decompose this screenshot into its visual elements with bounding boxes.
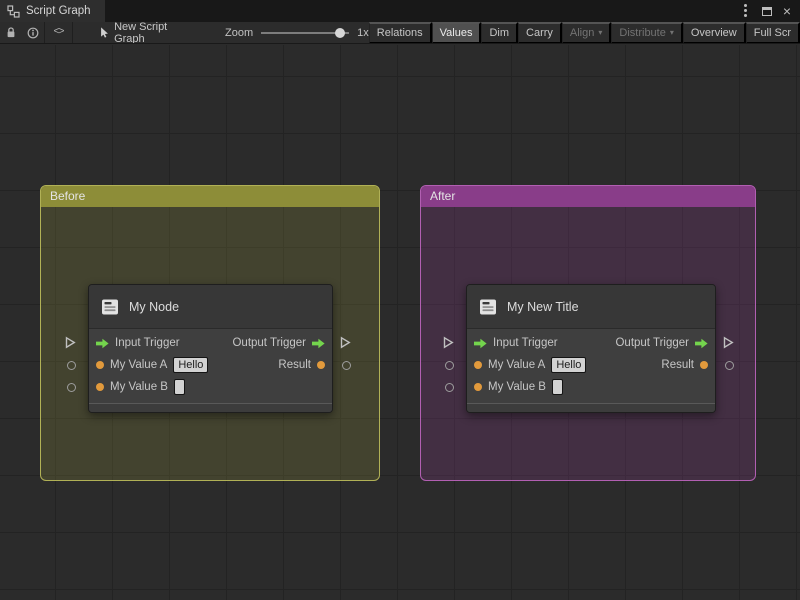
node-title: My Node — [129, 299, 180, 314]
group-title: After — [430, 189, 456, 203]
zoom-control: Zoom 1x — [224, 22, 369, 43]
node-footer — [89, 403, 332, 412]
node-title: My New Title — [507, 299, 579, 314]
input-trigger-port-icon[interactable] — [96, 338, 109, 349]
group-title: Before — [50, 189, 86, 203]
info-icon[interactable] — [22, 22, 44, 43]
toolbar-buttons: Relations Values Dim Carry Align ▾ Distr… — [368, 22, 800, 43]
value-a-input[interactable]: Hello — [551, 357, 587, 373]
carry-button[interactable]: Carry — [518, 22, 562, 43]
group-after-header[interactable]: After — [421, 186, 755, 207]
align-dropdown[interactable]: Align ▾ — [561, 22, 612, 43]
zoom-value: 1x — [357, 26, 369, 39]
value-b-label: My Value B — [110, 381, 168, 393]
menu-kebab-icon[interactable] — [741, 4, 751, 18]
value-a-port-icon[interactable] — [474, 361, 482, 369]
unity-window: Script Graph × <> New Script Graph Zoom … — [0, 0, 800, 600]
code-view-icon[interactable]: <> — [45, 22, 72, 43]
dim-button[interactable]: Dim — [481, 22, 519, 43]
close-icon[interactable]: × — [783, 4, 791, 18]
graph-breadcrumb[interactable]: New Script Graph — [99, 22, 193, 44]
tab-bar: Script Graph × — [0, 0, 800, 22]
value-a-port-icon[interactable] — [96, 361, 104, 369]
node-my-node[interactable]: My Node Input Trigger Output Trigger My … — [88, 284, 333, 413]
tab-script-graph[interactable]: Script Graph — [0, 0, 105, 22]
script-graph-icon — [7, 4, 20, 18]
ext-trigger-in-port-before[interactable] — [65, 336, 76, 349]
ext-trigger-in-port-after[interactable] — [443, 336, 454, 349]
ext-value-a-port-after[interactable] — [445, 361, 454, 370]
lock-icon[interactable] — [0, 22, 22, 43]
port-row-trigger: Input Trigger Output Trigger — [89, 332, 332, 354]
output-trigger-port-icon[interactable] — [312, 338, 325, 349]
zoom-slider[interactable] — [261, 22, 350, 43]
chevron-down-icon: ▾ — [598, 28, 603, 37]
relations-button[interactable]: Relations — [368, 22, 432, 43]
value-b-input[interactable] — [551, 379, 563, 395]
port-row-value-b: My Value B — [467, 376, 715, 398]
zoom-label: Zoom — [224, 26, 254, 39]
node-my-new-title[interactable]: My New Title Input Trigger Output Trigge… — [466, 284, 716, 413]
window-controls: × — [741, 0, 800, 22]
ext-trigger-out-port-before[interactable] — [340, 336, 351, 349]
input-trigger-label: Input Trigger — [493, 337, 558, 349]
unit-icon — [102, 299, 118, 314]
value-b-label: My Value B — [488, 381, 546, 393]
ext-result-port-after[interactable] — [725, 361, 734, 370]
value-b-port-icon[interactable] — [474, 383, 482, 391]
distribute-dropdown[interactable]: Distribute ▾ — [611, 22, 683, 43]
value-a-input[interactable]: Hello — [173, 357, 209, 373]
result-port-icon[interactable] — [700, 361, 708, 369]
port-row-value-b: My Value B — [89, 376, 332, 398]
fullscreen-button[interactable]: Full Scr — [745, 22, 800, 43]
ext-value-b-port-before[interactable] — [67, 383, 76, 392]
output-trigger-label: Output Trigger — [232, 337, 306, 349]
value-b-port-icon[interactable] — [96, 383, 104, 391]
node-body: Input Trigger Output Trigger My Value A … — [89, 329, 332, 398]
overview-button[interactable]: Overview — [682, 22, 746, 43]
zoom-slider-handle[interactable] — [335, 27, 346, 38]
toolbar-separator — [72, 22, 74, 43]
node-footer — [467, 403, 715, 412]
ext-value-b-port-after[interactable] — [445, 383, 454, 392]
output-trigger-label: Output Trigger — [615, 337, 689, 349]
result-label: Result — [661, 359, 694, 371]
group-before-header[interactable]: Before — [41, 186, 379, 207]
port-row-value-a: My Value A Hello Result — [89, 354, 332, 376]
graph-canvas[interactable]: Before After My Node Input Trigger Outpu… — [0, 45, 800, 600]
values-button[interactable]: Values — [431, 22, 482, 43]
pointer-icon — [101, 27, 108, 38]
output-trigger-port-icon[interactable] — [695, 338, 708, 349]
ext-value-a-port-before[interactable] — [67, 361, 76, 370]
ext-result-port-before[interactable] — [342, 361, 351, 370]
input-trigger-label: Input Trigger — [115, 337, 180, 349]
result-label: Result — [278, 359, 311, 371]
graph-toolbar: <> New Script Graph Zoom 1x Relations Va… — [0, 22, 800, 44]
port-row-value-a: My Value A Hello Result — [467, 354, 715, 376]
tab-title: Script Graph — [26, 5, 91, 17]
value-a-label: My Value A — [488, 359, 546, 371]
chevron-down-icon: ▾ — [669, 28, 674, 37]
input-trigger-port-icon[interactable] — [474, 338, 487, 349]
node-body: Input Trigger Output Trigger My Value A … — [467, 329, 715, 398]
node-header[interactable]: My New Title — [467, 285, 715, 329]
node-header[interactable]: My Node — [89, 285, 332, 329]
value-b-input[interactable] — [173, 379, 185, 395]
value-a-label: My Value A — [110, 359, 168, 371]
unit-icon — [480, 299, 496, 314]
maximize-icon[interactable] — [761, 6, 772, 16]
ext-trigger-out-port-after[interactable] — [723, 336, 734, 349]
graph-name: New Script Graph — [114, 22, 168, 44]
port-row-trigger: Input Trigger Output Trigger — [467, 332, 715, 354]
result-port-icon[interactable] — [317, 361, 325, 369]
